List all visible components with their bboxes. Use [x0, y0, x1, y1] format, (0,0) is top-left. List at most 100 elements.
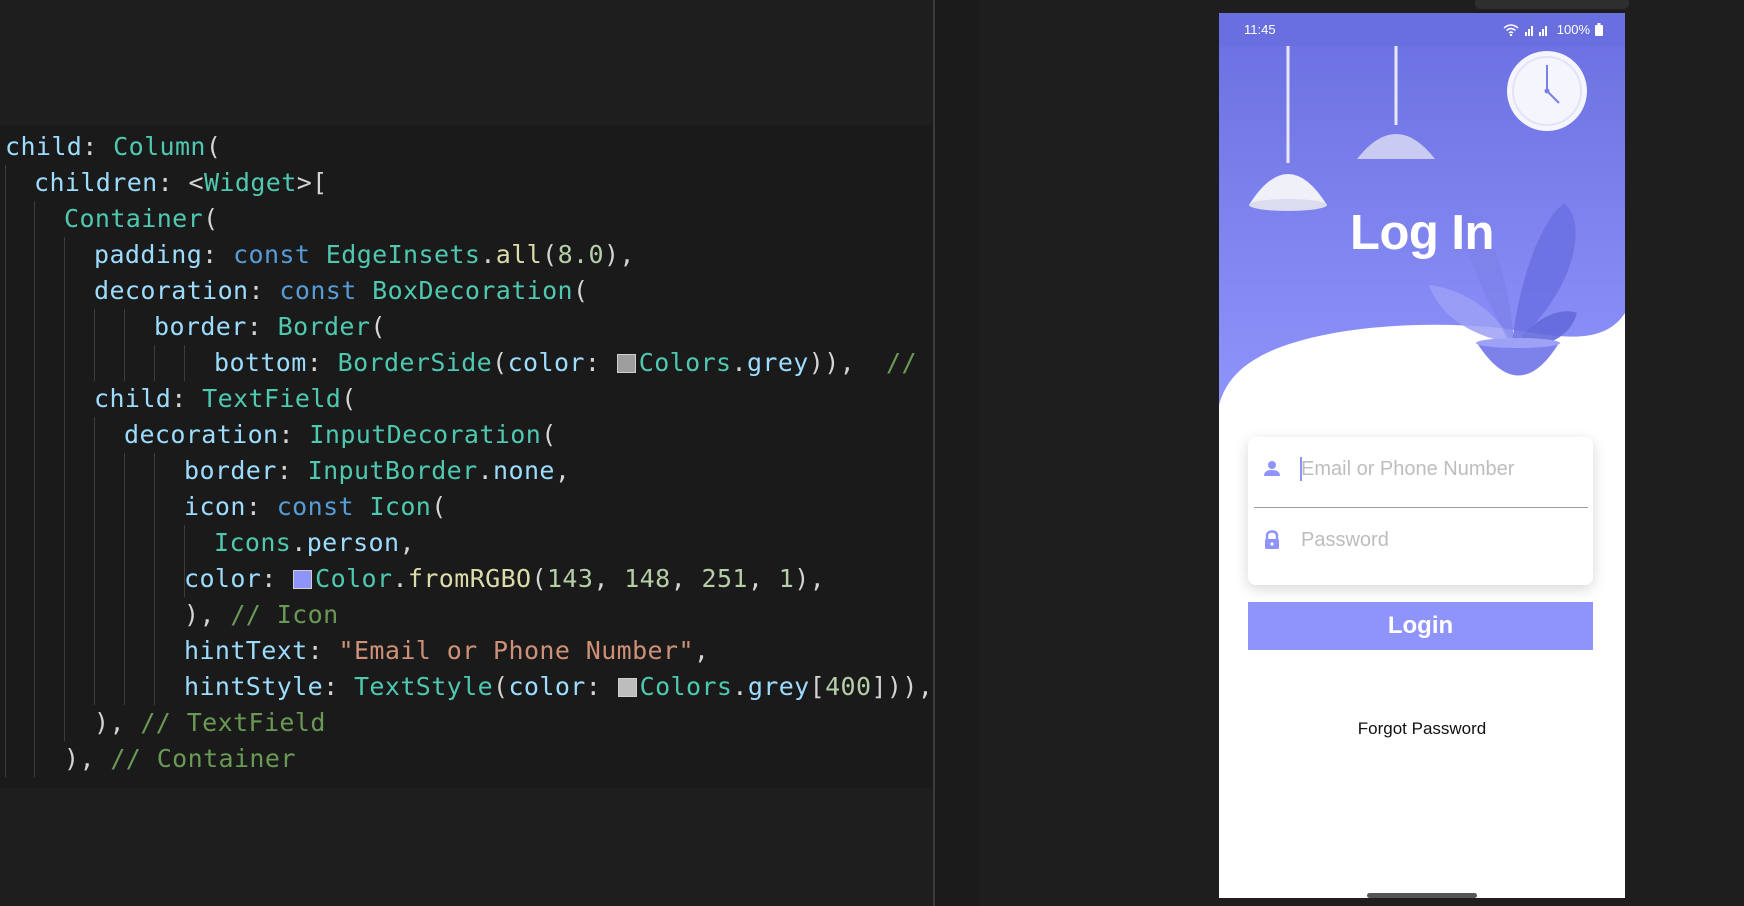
indent-guide	[5, 345, 6, 381]
indent-guide	[5, 489, 6, 525]
code-line[interactable]: ), // TextField	[94, 705, 326, 741]
code-token: :	[276, 456, 308, 485]
code-token: :	[245, 492, 277, 521]
code-token: Icons	[214, 528, 292, 557]
code-token: )),	[808, 348, 887, 377]
indent-guide	[34, 201, 35, 237]
code-token: Widget	[203, 168, 297, 197]
code-token: :	[585, 672, 617, 701]
indent-guide	[124, 453, 125, 489]
code-token: Container	[64, 204, 204, 233]
code-line[interactable]: border: Border(	[154, 309, 386, 345]
indent-guide	[5, 453, 6, 489]
code-token: .	[731, 348, 747, 377]
indent-guide	[34, 381, 35, 417]
code-token: const	[233, 240, 326, 269]
code-line[interactable]: ), // Icon	[184, 597, 339, 633]
code-line[interactable]: hintText: "Email or Phone Number",	[184, 633, 709, 669]
code-token: :	[82, 132, 114, 161]
code-token: :	[246, 312, 278, 341]
code-line[interactable]: bottom: BorderSide(color: Colors.grey)),…	[214, 345, 917, 381]
code-token: border	[154, 312, 247, 341]
code-line[interactable]: decoration: InputDecoration(	[124, 417, 557, 453]
code-line[interactable]: padding: const EdgeInsets.all(8.0),	[94, 237, 635, 273]
indent-guide	[94, 597, 95, 633]
status-time: 11:45	[1244, 22, 1276, 37]
code-token: ,	[747, 564, 779, 593]
color-swatch[interactable]	[617, 678, 637, 697]
indent-guide	[34, 417, 35, 453]
indent-guide	[34, 273, 35, 309]
indent-guide	[64, 237, 65, 273]
indent-guide	[154, 633, 155, 669]
color-swatch[interactable]	[616, 354, 636, 373]
indent-guide	[5, 741, 6, 777]
code-token: hintStyle	[184, 672, 324, 701]
code-line[interactable]: icon: const Icon(	[184, 489, 447, 525]
code-token: ),	[94, 708, 141, 737]
code-line[interactable]: decoration: const BoxDecoration(	[94, 273, 588, 309]
status-icons: 100%	[1503, 22, 1603, 37]
code-token: TextStyle	[353, 672, 494, 701]
code-token: .	[480, 240, 496, 269]
navigation-handle[interactable]	[1367, 893, 1477, 898]
code-token: child	[94, 384, 172, 413]
indent-guide	[124, 525, 125, 561]
input-card: Email or Phone Number Password	[1248, 437, 1593, 585]
email-field[interactable]: Email or Phone Number	[1248, 437, 1593, 501]
code-token: (	[370, 312, 386, 341]
indent-guide	[94, 453, 95, 489]
code-token: ),	[184, 600, 231, 629]
indent-guide	[154, 489, 155, 525]
code-token: ])),	[871, 672, 933, 701]
indent-guide	[5, 561, 6, 597]
indent-guide	[34, 705, 35, 741]
indent-guide	[5, 525, 6, 561]
indent-guide	[94, 561, 95, 597]
code-line[interactable]: ), // Container	[64, 741, 296, 777]
code-token: ,	[399, 528, 415, 557]
code-token: .	[291, 528, 307, 557]
indent-guide	[34, 489, 35, 525]
page-title: Log In	[1350, 206, 1494, 260]
code-line[interactable]: children: <Widget>[	[34, 165, 328, 201]
code-token: (	[542, 240, 558, 269]
code-line[interactable]: Icons.person,	[214, 525, 415, 561]
indent-guide	[64, 669, 65, 705]
code-line[interactable]: color: Color.fromRGBO(143, 148, 251, 1),	[184, 561, 825, 597]
code-line[interactable]: Container(	[64, 201, 219, 237]
code-token: :	[323, 672, 354, 701]
indent-guide	[64, 345, 65, 381]
code-token: decoration	[124, 420, 279, 449]
code-token: (	[573, 276, 589, 305]
person-icon	[1264, 461, 1280, 476]
code-token: hintText	[184, 636, 308, 665]
signal-icon	[1524, 25, 1547, 36]
code-token: (	[531, 564, 547, 593]
password-field[interactable]: Password	[1248, 508, 1593, 572]
code-line[interactable]: child: Column(	[5, 129, 221, 165]
code-token: none	[493, 456, 555, 485]
code-line[interactable]: child: TextField(	[94, 381, 357, 417]
code-line[interactable]: hintStyle: TextStyle(color: Colors.grey[…	[184, 669, 933, 705]
forgot-password-link[interactable]: Forgot Password	[1219, 719, 1625, 739]
code-token: EdgeInsets	[325, 240, 481, 269]
code-line[interactable]: border: InputBorder.none,	[184, 453, 570, 489]
indent-guide	[94, 345, 95, 381]
indent-guide	[154, 453, 155, 489]
indent-guide	[64, 525, 65, 561]
indent-guide	[124, 345, 125, 381]
code-token: all	[495, 240, 543, 269]
indent-guide	[154, 345, 155, 381]
login-button[interactable]: Login	[1248, 602, 1593, 650]
indent-guide	[5, 705, 6, 741]
code-token: 143	[546, 564, 594, 593]
indent-guide	[34, 525, 35, 561]
code-token: 251	[701, 564, 748, 593]
indent-guide	[64, 417, 65, 453]
color-swatch[interactable]	[293, 570, 313, 589]
indent-guide	[94, 633, 95, 669]
indent-guide	[64, 561, 65, 597]
code-token: BoxDecoration	[372, 276, 574, 305]
indent-guide	[34, 237, 35, 273]
